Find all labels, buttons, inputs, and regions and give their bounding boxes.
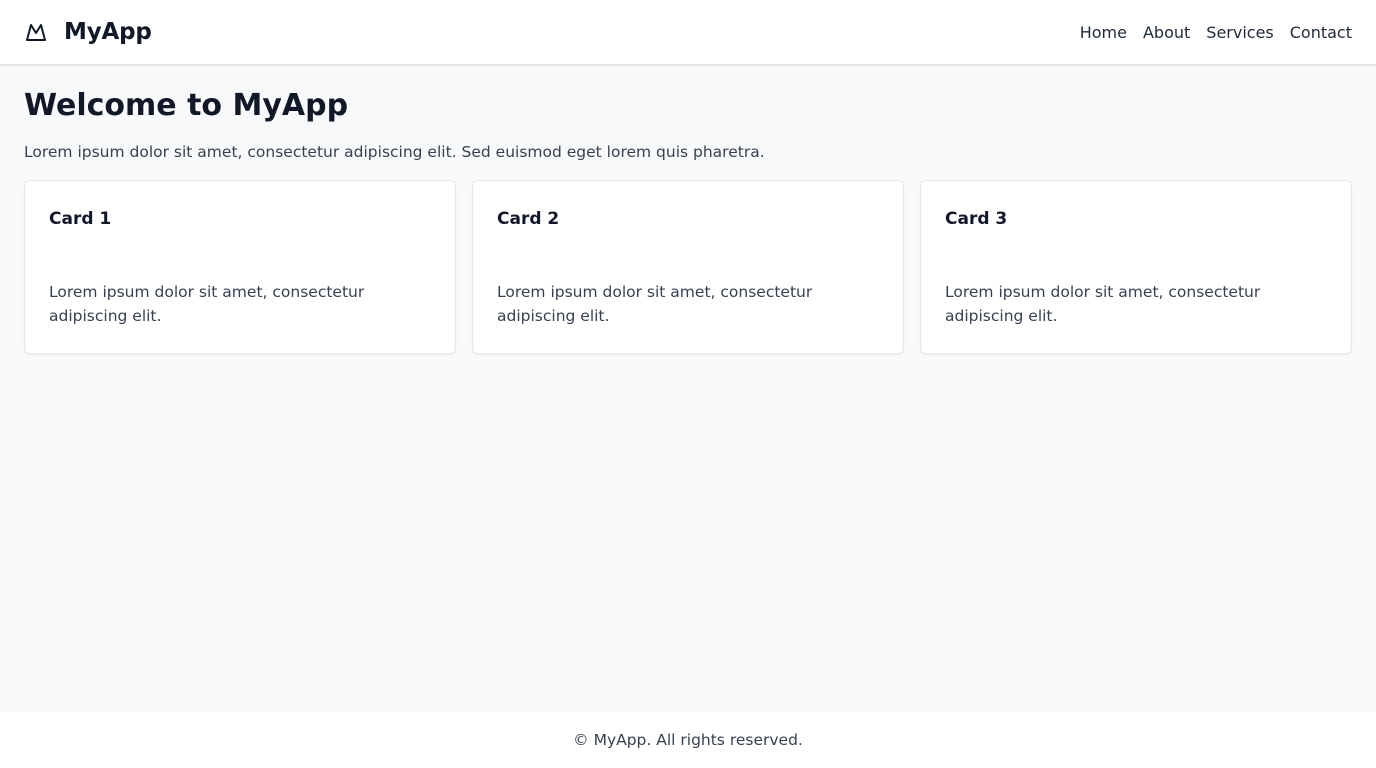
nav-link-services[interactable]: Services — [1206, 23, 1273, 42]
card-2: Card 2 Lorem ipsum dolor sit amet, conse… — [472, 180, 904, 354]
main-content: Welcome to MyApp Lorem ipsum dolor sit a… — [0, 64, 1376, 354]
main-nav: Home About Services Contact — [1080, 23, 1352, 42]
card-body: Lorem ipsum dolor sit amet, consectetur … — [497, 283, 813, 325]
brand[interactable]: MyApp — [24, 19, 152, 45]
card-grid: Card 1 Lorem ipsum dolor sit amet, conse… — [24, 180, 1352, 354]
card-title: Card 2 — [497, 209, 560, 229]
intro-text: Lorem ipsum dolor sit amet, consectetur … — [24, 143, 765, 161]
top-navbar: MyApp Home About Services Contact — [0, 0, 1376, 64]
nav-link-contact[interactable]: Contact — [1290, 23, 1352, 42]
card-body: Lorem ipsum dolor sit amet, consectetur … — [945, 283, 1261, 325]
mountain-icon — [24, 20, 48, 44]
footer-text: © MyApp. All rights reserved. — [573, 731, 803, 749]
page-title: Welcome to MyApp — [24, 88, 349, 123]
card-title: Card 1 — [49, 209, 112, 229]
brand-name: MyApp — [64, 19, 152, 45]
footer: © MyApp. All rights reserved. — [0, 712, 1376, 768]
card-1: Card 1 Lorem ipsum dolor sit amet, conse… — [24, 180, 456, 354]
nav-link-home[interactable]: Home — [1080, 23, 1127, 42]
card-title: Card 3 — [945, 209, 1008, 229]
nav-link-about[interactable]: About — [1143, 23, 1190, 42]
card-body: Lorem ipsum dolor sit amet, consectetur … — [49, 283, 365, 325]
card-3: Card 3 Lorem ipsum dolor sit amet, conse… — [920, 180, 1352, 354]
